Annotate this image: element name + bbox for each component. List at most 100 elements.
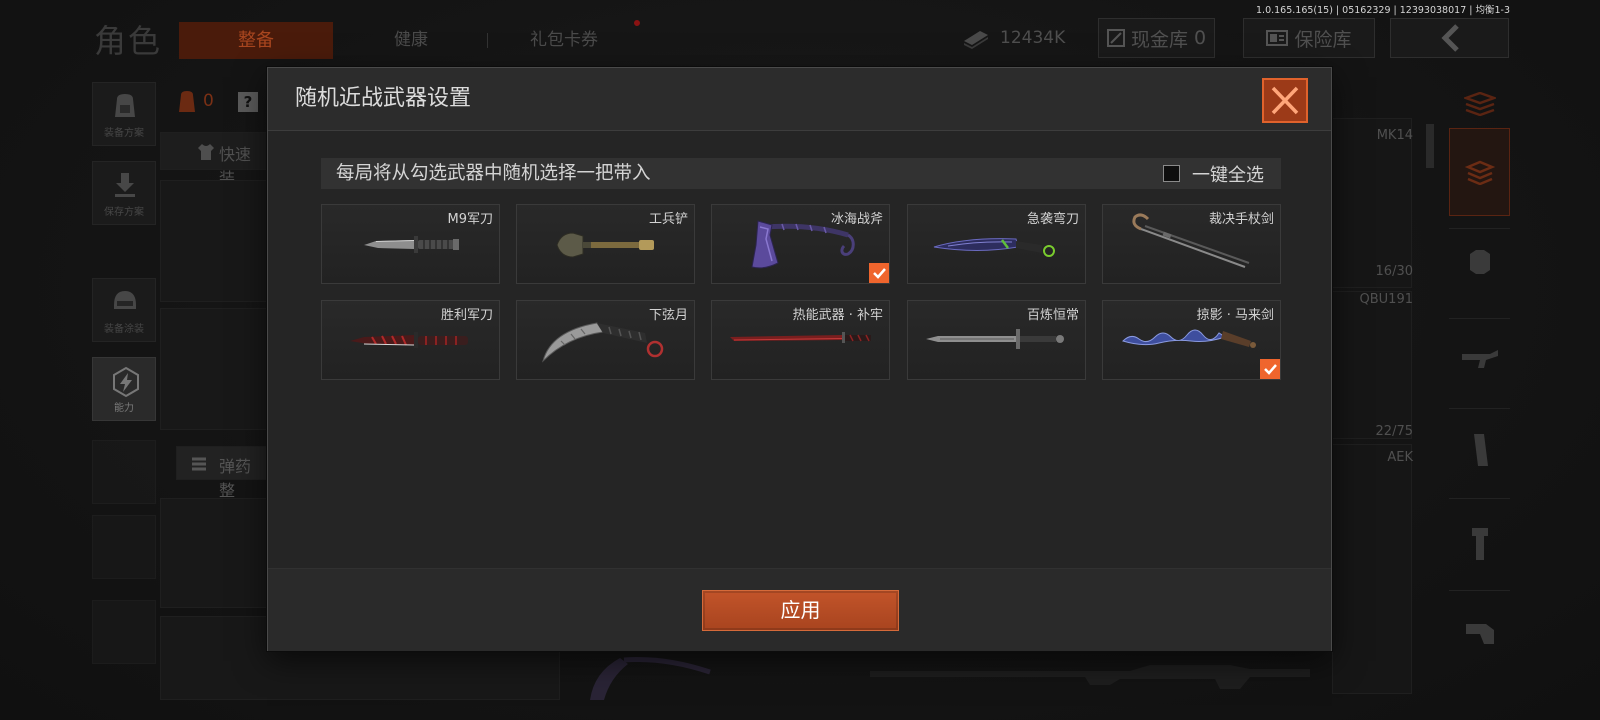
weapon-name: 热能武器 · 补牢 bbox=[792, 308, 883, 323]
category-tab-active[interactable] bbox=[1449, 128, 1510, 216]
tab-gift-vouchers[interactable]: 礼包卡券 bbox=[519, 22, 609, 59]
grip-icon[interactable] bbox=[1468, 526, 1492, 562]
armor-icon[interactable] bbox=[1466, 248, 1494, 276]
cash-vault-icon bbox=[1106, 29, 1125, 47]
currency-amount: 12434K bbox=[1000, 28, 1066, 48]
gear-slot-panel bbox=[160, 180, 267, 302]
back-button[interactable] bbox=[1390, 18, 1509, 58]
weapon-card-kris[interactable]: 掠影 · 马来剑 bbox=[1102, 300, 1281, 380]
weapon-slot-name: AEK bbox=[1387, 450, 1413, 465]
help-button[interactable]: ? bbox=[238, 92, 258, 112]
tab-loadout[interactable]: 整备 bbox=[179, 22, 333, 59]
notification-dot bbox=[634, 20, 640, 26]
chevron-left-icon bbox=[1440, 24, 1459, 52]
instruction-text: 每局将从勾选武器中随机选择一把带入 bbox=[336, 163, 651, 184]
weapon-slot-tertiary[interactable] bbox=[1332, 444, 1412, 694]
stacked-boxes-icon bbox=[1464, 160, 1496, 185]
weapon-name: 下弦月 bbox=[648, 308, 688, 323]
weapon-slot-name: QBU191 bbox=[1359, 292, 1413, 307]
gear-slot-panel bbox=[160, 308, 267, 430]
sidebar-equipment-skins[interactable]: 装备涂装 bbox=[92, 278, 156, 342]
weapon-card-raid-machete[interactable]: 急袭弯刀 bbox=[907, 204, 1086, 284]
ammo-icon bbox=[192, 457, 206, 471]
cash-vault-label: 现金库 bbox=[1130, 28, 1188, 51]
weapon-name: 百炼恒常 bbox=[1026, 308, 1079, 323]
divider bbox=[1449, 408, 1510, 409]
weapon-slot-primary[interactable] bbox=[1332, 118, 1412, 288]
build-info: 1.0.165.165(15) | 05162329 | 12393038017… bbox=[1256, 5, 1510, 16]
sidebar-empty-slot bbox=[92, 440, 156, 504]
check-mark bbox=[1260, 359, 1280, 379]
divider bbox=[1449, 318, 1510, 319]
weapon-slot-name: MK14 bbox=[1376, 128, 1413, 143]
sidebar-label-abilities: 能力 bbox=[114, 403, 134, 414]
quick-equip-button[interactable]: 快速装 bbox=[160, 132, 267, 188]
safe-vault-label: 保险库 bbox=[1294, 28, 1352, 51]
weapon-name: 胜利军刀 bbox=[440, 308, 493, 323]
weapon-card-cane-sword[interactable]: 裁决手杖剑 bbox=[1102, 204, 1281, 284]
tab-health[interactable]: 健康 bbox=[380, 22, 442, 59]
sidebar-label-plans: 装备方案 bbox=[104, 128, 144, 139]
sidebar-label-save: 保存方案 bbox=[104, 207, 144, 218]
shirt-icon bbox=[198, 144, 214, 160]
divider bbox=[1449, 590, 1510, 591]
download-icon bbox=[115, 173, 135, 197]
cash-vault-value: 0 bbox=[1193, 27, 1207, 49]
checkmark-icon bbox=[1264, 364, 1277, 375]
cash-vault-button[interactable]: 现金库 0 bbox=[1098, 18, 1215, 58]
dialog-title: 随机近战武器设置 bbox=[295, 86, 472, 111]
weapon-name: 裁决手杖剑 bbox=[1208, 212, 1274, 227]
helmet-icon bbox=[114, 291, 136, 309]
select-all-checkbox[interactable] bbox=[1163, 165, 1180, 182]
scrollbar-thumb[interactable] bbox=[1426, 124, 1434, 168]
weapon-name: 工兵铲 bbox=[648, 212, 688, 227]
select-all-label: 一键全选 bbox=[1192, 164, 1264, 186]
safe-icon bbox=[1266, 30, 1289, 46]
weapon-name: 冰海战斧 bbox=[830, 212, 883, 227]
armor-backpack-icon bbox=[179, 91, 195, 112]
rifle-icon[interactable] bbox=[1460, 348, 1500, 370]
ammo-label: 弹药整 bbox=[219, 457, 252, 500]
sidebar-abilities[interactable]: 能力 bbox=[92, 357, 156, 421]
checkmark-icon bbox=[873, 268, 886, 279]
select-all-toggle[interactable]: 一键全选 bbox=[1163, 158, 1264, 189]
weapon-name: M9军刀 bbox=[447, 212, 494, 227]
weapon-slot-ammo: 22/75 bbox=[1375, 424, 1413, 439]
sidebar-label-skins: 装备涂装 bbox=[104, 324, 144, 335]
section-title: 角色 bbox=[94, 22, 163, 60]
weapon-card-victory-knife[interactable]: 胜利军刀 bbox=[321, 300, 500, 380]
dialog-header: 随机近战武器设置 bbox=[268, 68, 1331, 131]
weapon-card-shovel[interactable]: 工兵铲 bbox=[516, 204, 695, 284]
weapon-card-ice-axe[interactable]: 冰海战斧 bbox=[711, 204, 890, 284]
weapon-slot-secondary[interactable] bbox=[1332, 291, 1412, 439]
lightning-icon bbox=[113, 366, 139, 398]
background-axe-silhouette bbox=[590, 657, 711, 700]
sidebar-loadout-plans[interactable]: 装备方案 bbox=[92, 82, 156, 146]
safe-vault-button[interactable]: 保险库 bbox=[1243, 18, 1375, 58]
backpack-icon bbox=[115, 94, 135, 117]
check-mark bbox=[869, 263, 889, 283]
weapon-name: 掠影 · 马来剑 bbox=[1196, 308, 1274, 323]
ammo-button[interactable]: 弹药整 bbox=[176, 446, 267, 500]
sidebar-save-plan[interactable]: 保存方案 bbox=[92, 161, 156, 225]
melee-weapon-settings-dialog: 随机近战武器设置 每局将从勾选武器中随机选择一把带入 一键全选 M9军刀 工兵铲… bbox=[267, 67, 1332, 651]
close-button[interactable] bbox=[1262, 78, 1308, 123]
stock-icon[interactable] bbox=[1464, 620, 1496, 648]
armor-count: 0 bbox=[203, 91, 214, 111]
weapon-card-longsword[interactable]: 百炼恒常 bbox=[907, 300, 1086, 380]
divider bbox=[1449, 498, 1510, 499]
gear-slot-panel bbox=[160, 498, 267, 608]
weapon-card-karambit[interactable]: 下弦月 bbox=[516, 300, 695, 380]
cash-stack-icon bbox=[964, 31, 988, 49]
divider bbox=[1449, 228, 1510, 229]
magazine-icon[interactable] bbox=[1468, 432, 1492, 468]
weapon-name: 急袭弯刀 bbox=[1026, 212, 1079, 227]
apply-button[interactable]: 应用 bbox=[702, 590, 899, 631]
instruction-bar: 每局将从勾选武器中随机选择一把带入 一键全选 bbox=[321, 158, 1281, 189]
weapon-card-m9-bayonet[interactable]: M9军刀 bbox=[321, 204, 500, 284]
weapon-card-thermal-katana[interactable]: 热能武器 · 补牢 bbox=[711, 300, 890, 380]
sidebar-empty-slot bbox=[92, 515, 156, 579]
layers-icon[interactable] bbox=[1464, 92, 1496, 116]
close-icon bbox=[1271, 86, 1299, 115]
tab-divider bbox=[487, 33, 488, 48]
